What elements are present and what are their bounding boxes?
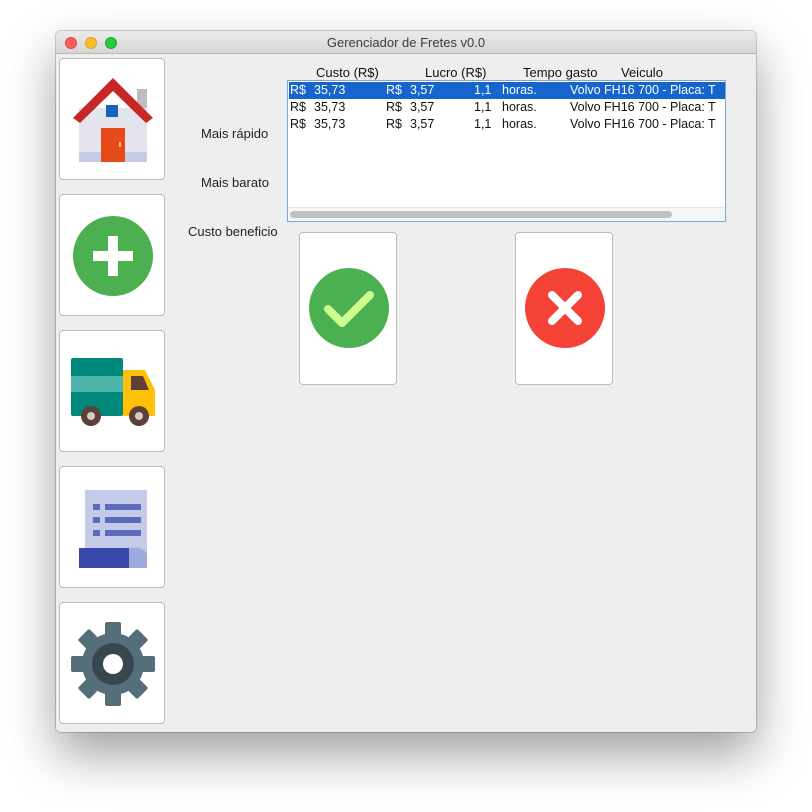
time-unit-cell: horas. xyxy=(502,117,537,131)
table-row[interactable]: R$ 35,73 R$ 3,57 1,1 horas. Volvo FH16 7… xyxy=(289,99,725,116)
document-icon xyxy=(79,490,147,568)
time-cell: 1,1 xyxy=(474,117,492,131)
table-row[interactable]: R$ 35,73 R$ 3,57 1,1 horas. Volvo FH16 7… xyxy=(289,116,725,133)
sidebar-home-button[interactable] xyxy=(59,58,165,180)
cheapest-label: Mais barato xyxy=(201,175,269,190)
profit-currency: R$ xyxy=(386,117,402,131)
cost-currency: R$ xyxy=(290,83,306,97)
column-header-vehicle[interactable]: Veiculo xyxy=(621,65,663,80)
profit-cell: 3,57 xyxy=(410,117,435,131)
time-cell: 1,1 xyxy=(474,100,492,114)
scrollbar-thumb[interactable] xyxy=(290,211,672,218)
freight-results-table[interactable]: R$ 35,73 R$ 3,57 1,1 horas. Volvo FH16 7… xyxy=(287,80,726,222)
fastest-label: Mais rápido xyxy=(201,126,269,141)
plus-circle-icon xyxy=(73,216,153,296)
cost-currency: R$ xyxy=(290,100,306,114)
column-header-cost[interactable]: Custo (R$) xyxy=(316,65,379,80)
cost-cell: 35,73 xyxy=(314,83,346,97)
window-title: Gerenciador de Fretes v0.0 xyxy=(326,35,486,50)
cancel-button[interactable] xyxy=(515,232,613,385)
truck-icon xyxy=(71,358,155,426)
vehicle-cell: Volvo FH16 700 - Placa: T xyxy=(570,83,716,97)
time-unit-cell: horas. xyxy=(502,83,537,97)
house-icon xyxy=(73,78,153,162)
sidebar-report-button[interactable] xyxy=(59,466,165,588)
cost-cell: 35,73 xyxy=(314,100,346,114)
table-row[interactable]: R$ 35,73 R$ 3,57 1,1 horas. Volvo FH16 7… xyxy=(289,82,725,99)
column-header-time[interactable]: Tempo gasto xyxy=(523,65,597,80)
time-unit-cell: horas. xyxy=(502,100,537,114)
profit-currency: R$ xyxy=(386,83,402,97)
profit-cell: 3,57 xyxy=(410,100,435,114)
sidebar-add-button[interactable] xyxy=(59,194,165,316)
main-content: Mais rápido Mais barato Custo beneficio … xyxy=(56,54,756,732)
cost-currency: R$ xyxy=(290,117,306,131)
profit-cell: 3,57 xyxy=(410,83,435,97)
column-header-profit[interactable]: Lucro (R$) xyxy=(425,65,486,80)
horizontal-scrollbar[interactable] xyxy=(288,207,725,221)
cost-cell: 35,73 xyxy=(314,117,346,131)
vehicle-cell: Volvo FH16 700 - Placa: T xyxy=(570,117,716,131)
x-circle-icon xyxy=(525,268,605,348)
sidebar-freight-button[interactable] xyxy=(59,330,165,452)
check-circle-icon xyxy=(309,268,389,348)
sidebar-settings-button[interactable] xyxy=(59,602,165,724)
title-bar: Gerenciador de Fretes v0.0 xyxy=(56,31,756,54)
profit-currency: R$ xyxy=(386,100,402,114)
confirm-button[interactable] xyxy=(299,232,397,385)
vehicle-cell: Volvo FH16 700 - Placa: T xyxy=(570,100,716,114)
app-window: Gerenciador de Fretes v0.0 Mais rápido M… xyxy=(56,31,756,732)
time-cell: 1,1 xyxy=(474,83,492,97)
cost-benefit-label: Custo beneficio xyxy=(188,224,278,239)
gear-icon xyxy=(71,622,155,706)
